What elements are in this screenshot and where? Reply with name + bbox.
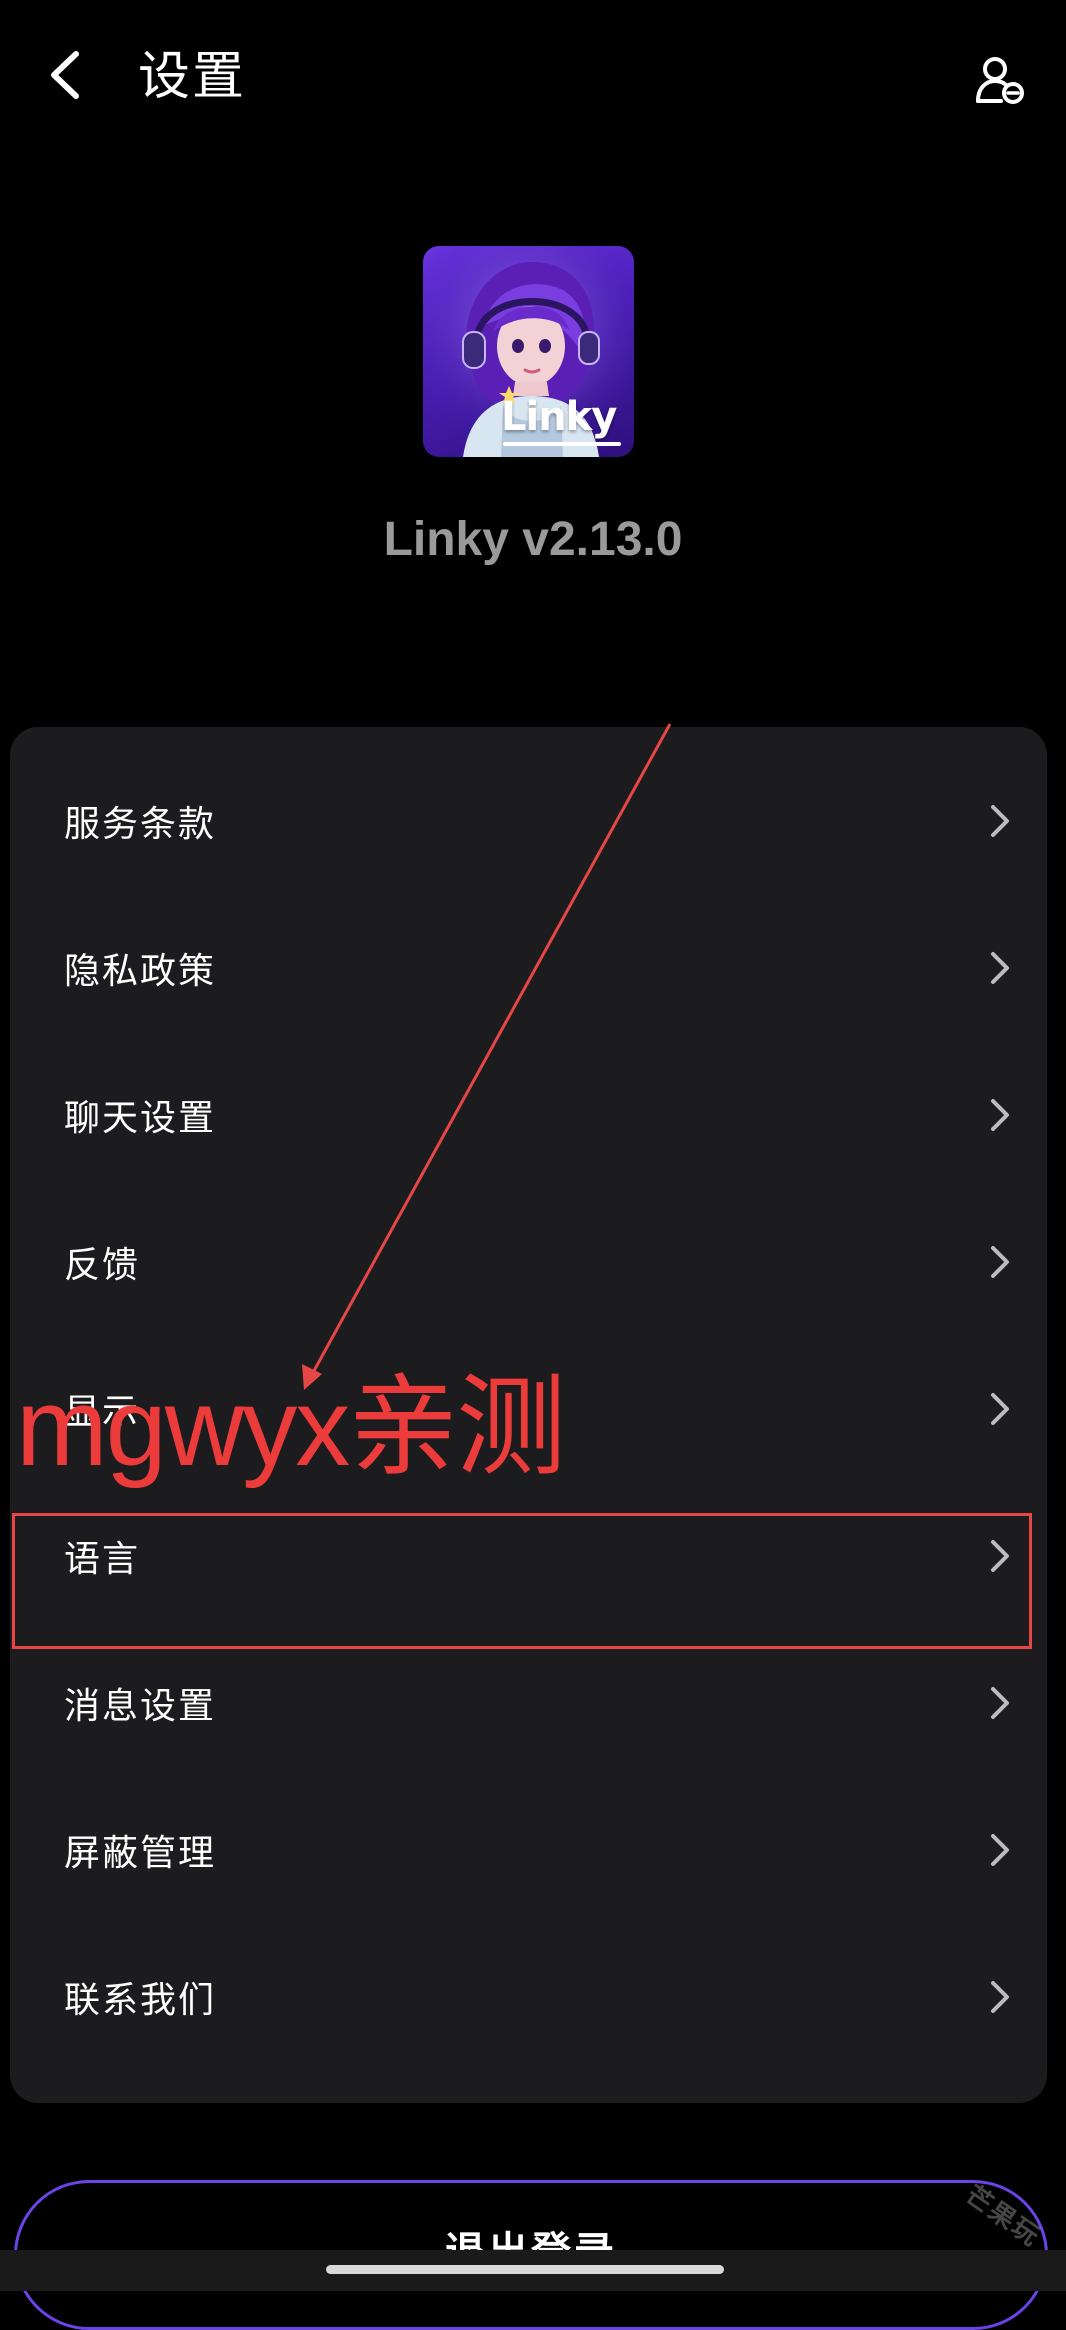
user-minus-icon xyxy=(976,57,1024,104)
chevron-right-icon xyxy=(991,1686,1009,1719)
settings-item-label: 消息设置 xyxy=(64,1685,217,1727)
logo-underline xyxy=(503,442,621,446)
chevron-right-icon xyxy=(991,1833,1009,1866)
settings-item-label: 反馈 xyxy=(64,1244,141,1286)
account-button[interactable] xyxy=(970,50,1030,110)
chevron-right-icon xyxy=(991,1245,1009,1278)
chevron-right-icon xyxy=(991,951,1009,984)
settings-item-label: 服务条款 xyxy=(64,803,217,845)
settings-item-block-management[interactable]: 屏蔽管理 xyxy=(10,1776,1047,1923)
settings-item-label: 语言 xyxy=(64,1538,141,1580)
settings-item-language[interactable]: 语言 xyxy=(10,1482,1047,1629)
settings-item-label: 屏蔽管理 xyxy=(64,1832,217,1874)
top-app-bar: 设置 xyxy=(0,0,1066,150)
home-indicator[interactable] xyxy=(326,2265,724,2274)
page-title: 设置 xyxy=(138,47,247,107)
settings-item-display[interactable]: 显示 xyxy=(10,1335,1047,1482)
settings-item-contact-us[interactable]: 联系我们 xyxy=(10,1923,1047,2070)
chevron-right-icon xyxy=(991,804,1009,837)
settings-item-terms[interactable]: 服务条款 xyxy=(10,747,1047,894)
chevron-right-icon xyxy=(991,1980,1009,2013)
settings-item-label: 聊天设置 xyxy=(64,1097,217,1139)
chevron-right-icon xyxy=(991,1392,1009,1425)
settings-item-feedback[interactable]: 反馈 xyxy=(10,1188,1047,1335)
settings-item-privacy[interactable]: 隐私政策 xyxy=(10,894,1047,1041)
settings-item-chat[interactable]: 聊天设置 xyxy=(10,1041,1047,1188)
settings-item-label: 联系我们 xyxy=(64,1979,217,2021)
settings-list: 服务条款 隐私政策 聊天设置 反馈 显示 语言 消息设置 屏蔽管理 联系我们 xyxy=(10,727,1047,2103)
app-logo: Linky xyxy=(423,246,634,457)
settings-item-notifications[interactable]: 消息设置 xyxy=(10,1629,1047,1776)
chevron-right-icon xyxy=(991,1539,1009,1572)
settings-item-label: 显示 xyxy=(64,1391,141,1433)
logo-wordmark: Linky xyxy=(501,394,617,440)
chevron-right-icon xyxy=(991,1098,1009,1131)
app-version: Linky v2.13.0 xyxy=(383,513,683,566)
settings-item-label: 隐私政策 xyxy=(64,950,217,992)
chevron-left-icon xyxy=(51,51,79,99)
back-button[interactable] xyxy=(40,40,90,110)
